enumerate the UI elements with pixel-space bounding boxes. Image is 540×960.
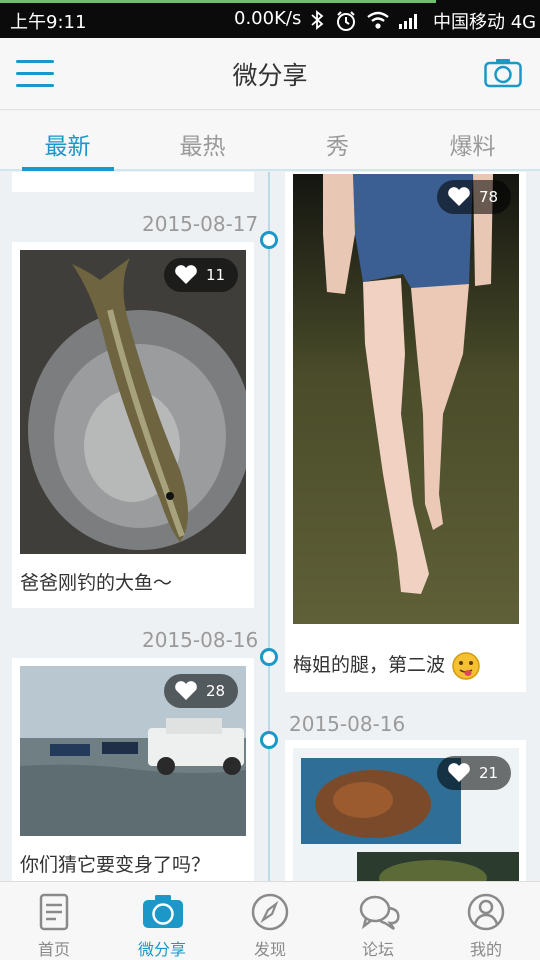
smiley-tongue-icon: [452, 651, 480, 680]
timeline-dot: [260, 731, 278, 749]
app-bar: 微分享: [0, 38, 540, 110]
status-bar: 上午9:11 0.00K/s 中国移动 4G: [0, 0, 540, 38]
feed-card[interactable]: 11 爸爸刚钓的大鱼～: [12, 242, 254, 608]
tab-hot[interactable]: 最热: [135, 127, 270, 161]
network-speed: 0.00K/s: [234, 8, 302, 29]
status-time: 上午9:11: [10, 12, 87, 33]
like-count: 28: [206, 682, 226, 700]
bluetooth-icon: [311, 10, 324, 30]
like-count: 11: [206, 266, 226, 284]
progress-strip: [0, 0, 436, 3]
camera-icon: [143, 895, 183, 928]
nav-label: 发现: [253, 940, 286, 959]
heart-icon: [448, 187, 470, 206]
like-count: 21: [479, 764, 499, 782]
document-icon: [39, 893, 69, 931]
heart-icon: [175, 681, 197, 700]
nav-item-forum[interactable]: 论坛: [324, 882, 432, 960]
nav-item-home[interactable]: 首页: [0, 882, 108, 960]
tab-bar: 最新 最热 秀 爆料: [0, 111, 540, 171]
nav-item-discover[interactable]: 发现: [216, 882, 324, 960]
heart-icon: [175, 265, 197, 284]
nav-label: 微分享: [137, 940, 186, 959]
nav-label: 首页: [37, 940, 70, 959]
timeline-dot: [260, 648, 278, 666]
feed-card-partial[interactable]: [12, 172, 254, 192]
like-count: 78: [479, 188, 499, 206]
heart-icon: [448, 763, 470, 782]
signal-icon: [399, 14, 417, 29]
post-date: 2015-08-17: [142, 212, 259, 236]
nav-item-share[interactable]: 微分享: [108, 882, 216, 960]
tab-show[interactable]: 秀: [270, 127, 405, 161]
feed-card[interactable]: 78 梅姐的腿，第二波: [285, 172, 526, 692]
wifi-icon: [367, 11, 389, 29]
like-badge[interactable]: 78: [437, 180, 511, 214]
timeline-feed[interactable]: 2015-08-17 11 爸爸刚钓的大鱼～ 2015-08-16 28 你们猜…: [0, 172, 540, 881]
carrier: 中国移动 4G: [433, 12, 537, 33]
post-photo[interactable]: [293, 174, 519, 624]
nav-label: 我的: [469, 940, 502, 959]
nav-item-me[interactable]: 我的: [432, 882, 540, 960]
like-badge[interactable]: 11: [164, 258, 238, 292]
timeline-line: [268, 172, 270, 881]
camera-icon[interactable]: [484, 58, 522, 88]
timeline-dot: [260, 231, 278, 249]
post-caption: 你们猜它要变身了吗？: [20, 854, 211, 876]
like-badge[interactable]: 28: [164, 674, 238, 708]
post-caption: 爸爸刚钓的大鱼～: [20, 572, 173, 594]
like-badge[interactable]: 21: [437, 756, 511, 790]
tab-scoop[interactable]: 爆料: [405, 127, 540, 161]
tab-indicator: [22, 167, 114, 171]
user-icon: [467, 893, 505, 931]
post-caption: 梅姐的腿，第二波: [293, 650, 481, 681]
tab-latest[interactable]: 最新: [0, 127, 135, 161]
chat-bubbles-icon: [359, 895, 400, 931]
feed-card[interactable]: 28 你们猜它要变身了吗？: [12, 658, 254, 881]
bottom-nav: 首页 微分享 发现 论坛 我的: [0, 881, 540, 960]
nav-label: 论坛: [361, 940, 394, 959]
post-caption-text: 梅姐的腿，第二波: [293, 654, 446, 676]
post-date: 2015-08-16: [142, 628, 259, 652]
post-photo[interactable]: [20, 250, 246, 554]
compass-icon: [251, 893, 289, 931]
alarm-icon: [337, 11, 355, 31]
page-title: 微分享: [232, 61, 308, 90]
post-date: 2015-08-16: [289, 712, 406, 736]
feed-card[interactable]: 21: [285, 740, 526, 881]
